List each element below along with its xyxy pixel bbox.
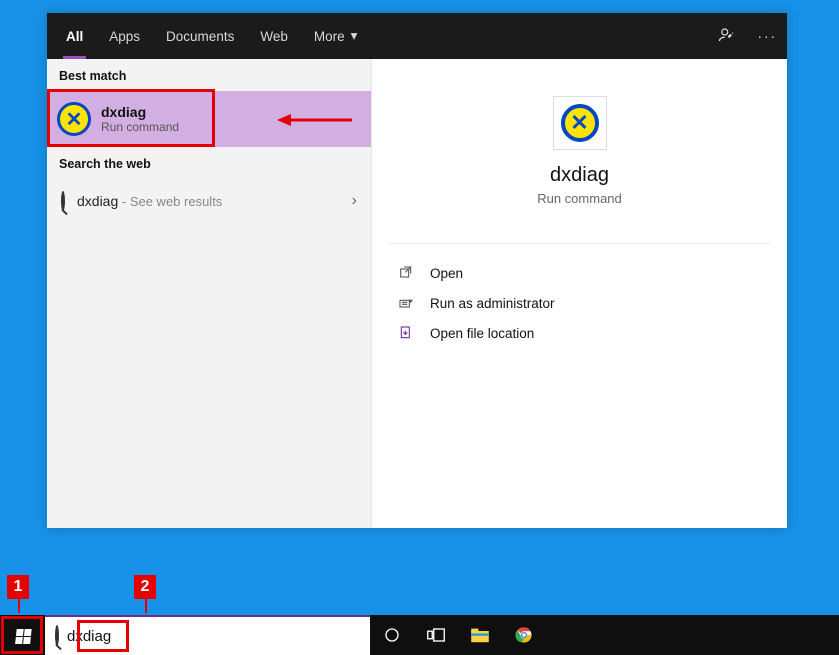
start-button[interactable]: [0, 615, 45, 655]
web-result-row[interactable]: dxdiag - See web results ›: [47, 179, 371, 223]
tab-more[interactable]: More▾: [301, 13, 371, 59]
annotation-callout-1: 1: [7, 575, 29, 599]
action-open-file-location[interactable]: Open file location: [388, 318, 771, 348]
web-result-query: dxdiag: [77, 193, 118, 209]
chevron-right-icon: ›: [352, 192, 357, 210]
annotation-line-2: [145, 599, 147, 613]
annotation-callout-2: 2: [134, 575, 156, 599]
detail-dxdiag-icon: ✕: [553, 96, 607, 150]
file-explorer-button[interactable]: [458, 615, 502, 655]
detail-subtitle: Run command: [537, 191, 622, 206]
action-run-as-administrator[interactable]: Run as administrator: [388, 288, 771, 318]
annotation-line-1: [18, 599, 20, 613]
chevron-down-icon: ▾: [351, 28, 358, 44]
search-tab-bar: All Apps Documents Web More▾ ···: [47, 13, 787, 59]
feedback-icon[interactable]: [718, 26, 736, 47]
search-icon: [61, 193, 65, 209]
tab-apps[interactable]: Apps: [96, 13, 153, 59]
search-input[interactable]: [67, 628, 360, 645]
windows-logo-icon: [14, 628, 31, 643]
best-match-label: Best match: [47, 59, 371, 91]
cortana-button[interactable]: [370, 615, 414, 655]
open-icon: [398, 265, 414, 281]
search-web-label: Search the web: [47, 147, 371, 179]
best-match-subtitle: Run command: [101, 120, 179, 134]
file-location-icon: [398, 325, 414, 341]
tab-all[interactable]: All: [53, 13, 96, 59]
more-options-icon[interactable]: ···: [758, 29, 778, 44]
admin-icon: [398, 295, 414, 311]
tab-documents[interactable]: Documents: [153, 13, 247, 59]
annotation-arrow-icon: [277, 113, 352, 127]
tab-web[interactable]: Web: [247, 13, 301, 59]
best-match-title: dxdiag: [101, 104, 179, 120]
search-icon: [55, 627, 59, 645]
search-results-panel: All Apps Documents Web More▾ ··· Best ma…: [47, 13, 787, 528]
action-open[interactable]: Open: [388, 258, 771, 288]
web-result-suffix: - See web results: [118, 194, 222, 209]
dxdiag-icon: ✕: [57, 102, 91, 136]
taskbar: [0, 615, 839, 655]
chrome-button[interactable]: [502, 615, 546, 655]
best-match-result[interactable]: ✕ dxdiag Run command: [47, 91, 371, 147]
results-detail-column: ✕ dxdiag Run command Open Run as adminis…: [372, 59, 787, 528]
detail-title: dxdiag: [550, 164, 609, 187]
task-view-button[interactable]: [414, 615, 458, 655]
results-left-column: Best match ✕ dxdiag Run command Search t…: [47, 59, 372, 528]
taskbar-search-box[interactable]: [45, 615, 370, 655]
